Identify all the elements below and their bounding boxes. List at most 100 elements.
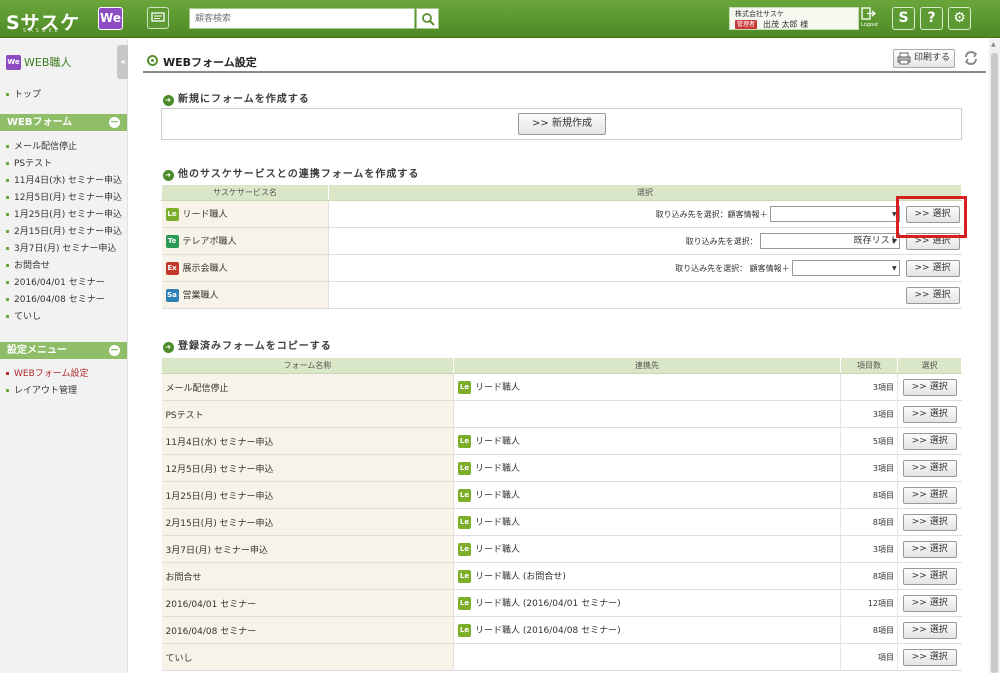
- message-button[interactable]: [147, 7, 169, 29]
- sidebar-item-form[interactable]: 3月7日(月) セミナー申込: [6, 241, 116, 254]
- sidebar-item-layout[interactable]: レイアウト管理: [6, 383, 77, 396]
- sidebar-app-title[interactable]: We WEB職人: [6, 54, 71, 70]
- import-target-select[interactable]: [769, 206, 900, 222]
- select-button[interactable]: >> 選択: [902, 378, 957, 396]
- collapse-minus-icon[interactable]: −: [109, 116, 120, 128]
- col-header-select: 選択: [897, 357, 962, 374]
- lead-service-icon: Le: [458, 462, 471, 475]
- print-label: 印刷する: [914, 53, 951, 63]
- sidebar-item-form[interactable]: メール配信停止: [6, 139, 77, 152]
- logout-icon: [861, 7, 877, 20]
- table-row: メール配信停止 Le リード職人 3項目 >> 選択: [161, 373, 962, 401]
- select-cell: >> 選択: [328, 281, 962, 309]
- refresh-icon: [964, 51, 978, 65]
- sidebar-item-form[interactable]: 2016/04/08 セミナー: [6, 292, 105, 305]
- select-button[interactable]: >> 選択: [902, 648, 957, 666]
- select-button[interactable]: >> 選択: [902, 621, 957, 639]
- col-header-select: 選択: [328, 184, 962, 201]
- form-name: 11月4日(水) セミナー申込: [165, 437, 274, 448]
- sasuke-s-icon: S: [898, 10, 909, 26]
- form-name-cell: 3月7日(月) セミナー申込: [161, 535, 454, 563]
- section-webform-label: WEBフォーム: [7, 117, 73, 128]
- section-new-label: 新規にフォームを作成する: [178, 94, 310, 105]
- select-button[interactable]: >> 選択: [905, 259, 960, 277]
- lead-service-icon: Le: [458, 489, 471, 502]
- sidebar-item-form[interactable]: 11月4日(水) セミナー申込: [6, 173, 122, 186]
- sales-service-icon: Sa: [165, 289, 179, 302]
- form-name-cell: 2月15日(月) セミナー申込: [161, 508, 454, 536]
- select-button[interactable]: >> 選択: [902, 459, 957, 477]
- collapse-minus-icon[interactable]: −: [109, 344, 120, 356]
- sidebar-section-settings[interactable]: 設定メニュー −: [0, 342, 127, 359]
- select-button[interactable]: >> 選択: [902, 594, 957, 612]
- refresh-button[interactable]: [962, 49, 980, 67]
- col-header-count: 項目数: [840, 357, 898, 374]
- link-cell: Le リード職人: [453, 454, 841, 482]
- scrollbar-thumb[interactable]: [991, 53, 998, 673]
- lead-service-icon: Le: [458, 381, 471, 394]
- table-row: Leリード職人 取り込み先を選択：顧客情報＋ >> 選択: [161, 200, 962, 228]
- select-button[interactable]: >> 選択: [902, 540, 957, 558]
- select-cell: >> 選択: [897, 481, 962, 509]
- link-target-label: リード職人: [475, 491, 521, 501]
- print-button[interactable]: 印刷する: [893, 49, 955, 68]
- search-icon: [422, 13, 435, 26]
- section-copy-label: 登録済みフォームをコピーする: [178, 341, 332, 352]
- sidebar-item-top[interactable]: トップ: [6, 87, 41, 100]
- form-name: 3月7日(月) セミナー申込: [165, 545, 268, 556]
- table-row: Ex展示会職人 取り込み先を選択： 顧客情報＋ >> 選択: [161, 254, 962, 282]
- link-cell: Le リード職人: [453, 508, 841, 536]
- lead-service-icon: Le: [458, 543, 471, 556]
- form-name: 2月15日(月) セミナー申込: [165, 518, 274, 529]
- select-button[interactable]: >> 選択: [902, 432, 957, 450]
- item-count: 5項目: [872, 436, 894, 446]
- settings-button[interactable]: ⚙: [948, 7, 971, 30]
- customer-search-input[interactable]: [189, 8, 415, 29]
- link-cell: Le リード職人: [453, 373, 841, 401]
- sidebar-item-form[interactable]: 2016/04/01 セミナー: [6, 275, 105, 288]
- sidebar-item-form[interactable]: お問合せ: [6, 258, 50, 271]
- vertical-scrollbar[interactable]: ▲: [989, 39, 1000, 673]
- sasuke-menu-button[interactable]: S: [892, 7, 915, 30]
- scroll-up-icon[interactable]: ▲: [991, 41, 996, 48]
- import-target-select[interactable]: [791, 260, 900, 276]
- sidebar-section-webform[interactable]: WEBフォーム −: [0, 114, 127, 131]
- sidebar-item-webform-settings[interactable]: WEBフォーム設定: [6, 366, 89, 379]
- lead-service-icon: Le: [165, 208, 179, 221]
- section-new-title: ➜ 新規にフォームを作成する: [163, 90, 310, 106]
- table-row: 2月15日(月) セミナー申込 Le リード職人 8項目 >> 選択: [161, 508, 962, 536]
- arrow-right-icon: ➜: [163, 95, 174, 106]
- title-bullet-icon: [147, 55, 158, 66]
- table-row: Sa 営業職人 >> 選択: [161, 281, 962, 309]
- user-info: 株式会社サスケ 管理者 出茂 太郎 様: [729, 7, 859, 30]
- form-name-cell: 12月5日(月) セミナー申込: [161, 454, 454, 482]
- select-button[interactable]: >> 選択: [902, 486, 957, 504]
- sidebar-item-form[interactable]: 12月5日(月) セミナー申込: [6, 190, 122, 203]
- logo-subtitle: SASUKE: [23, 28, 61, 34]
- service-name-cell: Ex 展示会職人: [161, 254, 329, 282]
- item-count: 8項目: [872, 625, 894, 635]
- sidebar-collapse-button[interactable]: ◂: [117, 45, 128, 79]
- link-target-label: リード職人: [475, 464, 521, 474]
- search-button[interactable]: [416, 8, 439, 29]
- sidebar-item-form[interactable]: ていし: [6, 309, 41, 322]
- select-button[interactable]: >> 選択: [902, 567, 957, 585]
- select-cell: >> 選択: [897, 454, 962, 482]
- item-count: 12項目: [867, 598, 894, 608]
- sidebar-item-form[interactable]: 2月15日(月) セミナー申込: [6, 224, 122, 237]
- highlight-box: [896, 196, 967, 238]
- logout-button[interactable]: Logout: [861, 7, 880, 30]
- new-create-button[interactable]: >> 新規作成: [518, 113, 606, 135]
- select-button[interactable]: >> 選択: [905, 286, 960, 304]
- lead-service-icon: Le: [458, 570, 471, 583]
- web-app-badge[interactable]: We: [98, 7, 123, 30]
- sidebar-app-label: WEB職人: [24, 56, 72, 69]
- select-button[interactable]: >> 選択: [902, 513, 957, 531]
- col-header-form-name: フォーム名称: [161, 357, 454, 374]
- sidebar-item-form[interactable]: PSテスト: [6, 156, 52, 169]
- select-button[interactable]: >> 選択: [902, 405, 957, 423]
- import-target-select[interactable]: 既存リスト: [759, 233, 900, 249]
- item-count-cell: 3項目: [840, 400, 898, 428]
- help-button[interactable]: ?: [920, 7, 943, 30]
- sidebar-item-form[interactable]: 1月25日(月) セミナー申込: [6, 207, 122, 220]
